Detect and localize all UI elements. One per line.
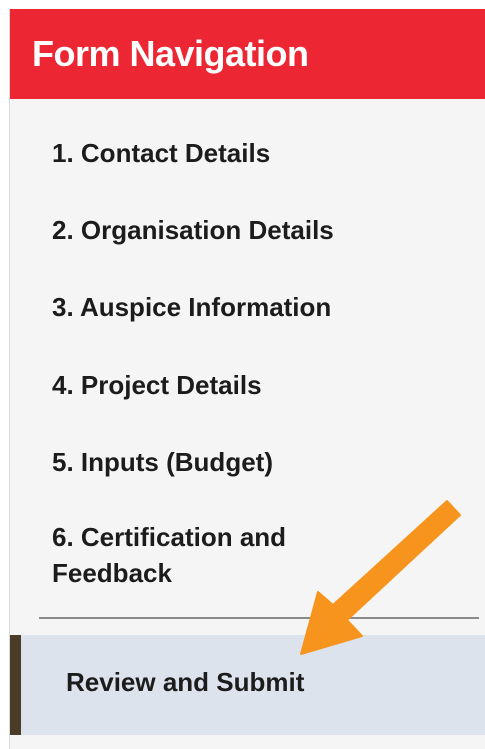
review-and-submit-item[interactable]: Review and Submit <box>10 635 485 735</box>
form-navigation-panel: Form Navigation 1. Contact Details 2. Or… <box>9 9 485 749</box>
nav-item-inputs-budget[interactable]: 5. Inputs (Budget) <box>52 444 472 480</box>
nav-item-organisation-details[interactable]: 2. Organisation Details <box>52 212 472 248</box>
nav-item-contact-details[interactable]: 1. Contact Details <box>52 135 472 171</box>
form-navigation-title: Form Navigation <box>32 33 309 74</box>
nav-item-project-details[interactable]: 4. Project Details <box>52 367 472 403</box>
form-navigation-header: Form Navigation <box>10 9 485 99</box>
nav-item-certification-feedback[interactable]: 6. Certification and Feedback <box>52 519 352 591</box>
review-and-submit-label: Review and Submit <box>66 667 305 697</box>
nav-item-auspice-information[interactable]: 3. Auspice Information <box>52 289 472 325</box>
nav-divider <box>39 617 479 619</box>
active-item-marker <box>10 635 21 735</box>
